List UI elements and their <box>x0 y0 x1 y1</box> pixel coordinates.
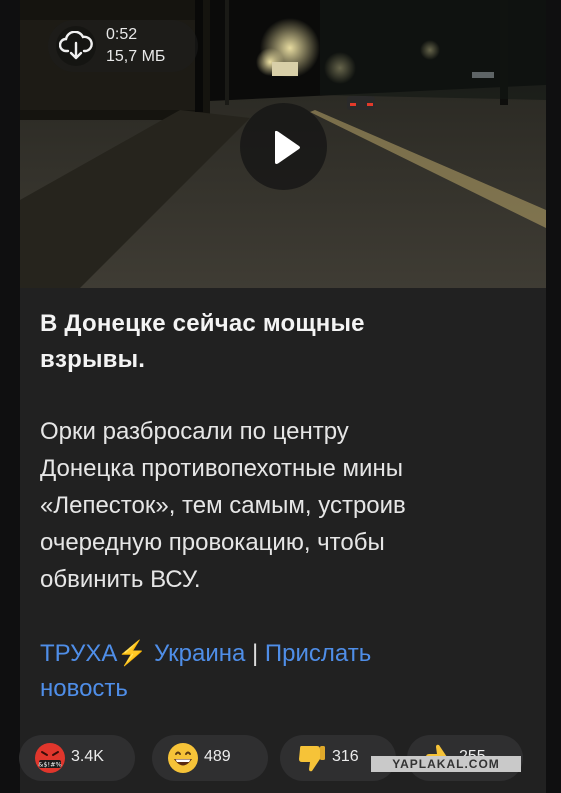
message-bubble: 0:52 15,7 МБ В Донецке сейчас мощные взр… <box>20 0 546 793</box>
watermark: YAPLAKAL.COM <box>371 756 521 772</box>
angry-face-icon: &$!#% <box>35 743 65 773</box>
video-duration: 0:52 <box>106 26 138 43</box>
reaction-count: 489 <box>204 748 231 765</box>
reaction-grinning[interactable]: 489 <box>152 735 268 781</box>
play-button[interactable] <box>240 103 327 190</box>
channel-links: ТРУХА⚡ Украина | Прислать новость <box>40 636 530 706</box>
submit-news-text[interactable]: новость <box>40 675 128 702</box>
post-content: В Донецке сейчас мощные взрывы. Орки раз… <box>40 306 530 706</box>
cloud-download-icon[interactable] <box>56 26 96 66</box>
body-line: очередную провокацию, чтобы <box>40 529 385 556</box>
headline-line: В Донецке сейчас мощные <box>40 310 365 337</box>
reaction-count: 3.4K <box>71 748 104 765</box>
lightning-icon: ⚡ <box>117 640 148 667</box>
play-icon <box>275 130 300 164</box>
submit-news-text[interactable]: Прислать <box>265 640 371 667</box>
body-line: Орки разбросали по центру <box>40 418 349 445</box>
grinning-face-icon <box>168 743 198 773</box>
angry-symbols: &$!#% <box>38 761 61 769</box>
channel-name-part[interactable]: ТРУХА <box>40 640 117 667</box>
body-line: Донецка противопехотные мины <box>40 455 403 482</box>
channel-name-part[interactable]: Украина <box>154 640 245 667</box>
headline-line: взрывы. <box>40 346 146 373</box>
reaction-angry[interactable]: &$!#% 3.4K <box>19 735 135 781</box>
body-line: обвинить ВСУ. <box>40 566 201 593</box>
download-badge[interactable]: 0:52 15,7 МБ <box>48 20 198 72</box>
body-line: «Лепесток», тем самым, устроив <box>40 492 406 519</box>
link-separator: | <box>252 640 259 667</box>
post-body: Орки разбросали по центру Донецка против… <box>40 413 530 598</box>
thumbs-down-icon <box>299 746 325 772</box>
post-headline: В Донецке сейчас мощные взрывы. <box>40 306 530 378</box>
video-thumbnail[interactable]: 0:52 15,7 МБ <box>20 0 546 288</box>
reaction-count: 316 <box>332 748 359 765</box>
channel-link[interactable]: ТРУХА⚡ Украина <box>40 640 245 667</box>
video-file-size: 15,7 МБ <box>106 48 166 65</box>
